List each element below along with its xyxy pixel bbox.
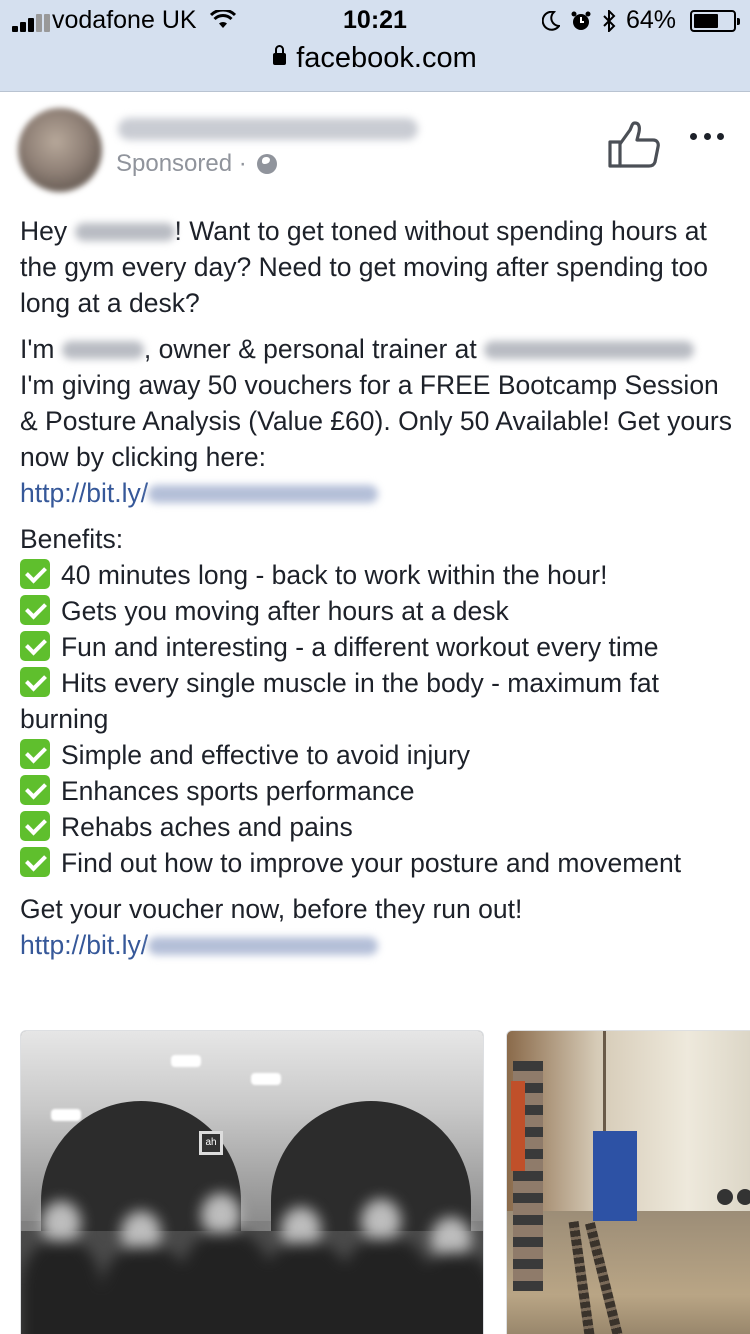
benefits-title: Benefits: — [20, 524, 124, 554]
closing-voucher-link[interactable]: http://bit.ly/ — [20, 930, 379, 960]
globe-icon — [257, 154, 278, 174]
benefit-item: Simple and effective to avoid injury — [20, 737, 735, 773]
check-mark-icon — [20, 667, 50, 697]
check-mark-icon — [20, 595, 50, 625]
address-bar[interactable]: facebook.com — [0, 42, 750, 75]
redacted-city — [74, 223, 175, 241]
sponsored-line: Sponsored · — [116, 150, 278, 178]
check-mark-icon — [20, 739, 50, 769]
benefit-item: Gets you moving after hours at a desk — [20, 593, 735, 629]
voucher-link[interactable]: http://bit.ly/ — [20, 478, 379, 508]
carousel-card-group-photo[interactable]: ah — [20, 1030, 484, 1334]
browser-top-bar: vodafone UK 10:21 64% facebook.com — [0, 0, 750, 92]
post-paragraph-closing: Get your voucher now, before they run ou… — [20, 894, 523, 960]
check-mark-icon — [20, 847, 50, 877]
redacted-link-path — [148, 937, 379, 955]
check-mark-icon — [20, 811, 50, 841]
check-mark-icon — [20, 631, 50, 661]
status-icons: 64% — [541, 6, 740, 35]
sponsored-label: Sponsored — [116, 150, 233, 177]
battery-percent: 64% — [625, 6, 676, 34]
benefit-item: 40 minutes long - back to work within th… — [20, 557, 735, 593]
benefit-item: Enhances sports performance — [20, 773, 735, 809]
lock-icon — [273, 45, 287, 65]
check-mark-icon — [20, 775, 50, 805]
author-avatar[interactable] — [18, 108, 102, 192]
moon-icon — [541, 10, 560, 31]
post-paragraph-offer: I'm , owner & personal trainer at I'm gi… — [20, 334, 732, 508]
carousel-card-gym-photo[interactable] — [506, 1030, 750, 1334]
redacted-trainer-name — [61, 341, 144, 359]
more-options-icon[interactable] — [690, 126, 724, 146]
benefit-item: Hits every single muscle in the body - m… — [20, 667, 659, 734]
status-bar: vodafone UK 10:21 64% — [0, 0, 750, 42]
bluetooth-icon — [603, 9, 616, 32]
separator: · — [232, 150, 254, 177]
post-body: Hey ! Want to get toned without spending… — [20, 213, 735, 963]
alarm-icon — [571, 11, 591, 30]
benefit-item: Find out how to improve your posture and… — [20, 845, 735, 881]
url-text: facebook.com — [296, 42, 477, 74]
author-name-redacted[interactable] — [118, 118, 418, 140]
battery-fill — [694, 13, 719, 28]
redacted-gym-name — [484, 341, 695, 359]
benefit-item: Rehabs aches and pains — [20, 809, 735, 845]
benefits-list: Benefits: 40 minutes long - back to work… — [20, 521, 735, 881]
benefit-item: Fun and interesting - a different workou… — [20, 629, 735, 665]
redacted-link-path — [148, 485, 379, 503]
post-paragraph-intro: Hey ! Want to get toned without spending… — [20, 216, 708, 318]
blurred-group — [21, 1181, 483, 1334]
battery-icon — [690, 9, 740, 32]
gym-sign: ah — [199, 1131, 223, 1155]
check-mark-icon — [20, 559, 50, 589]
thumbs-up-icon[interactable] — [606, 120, 662, 170]
